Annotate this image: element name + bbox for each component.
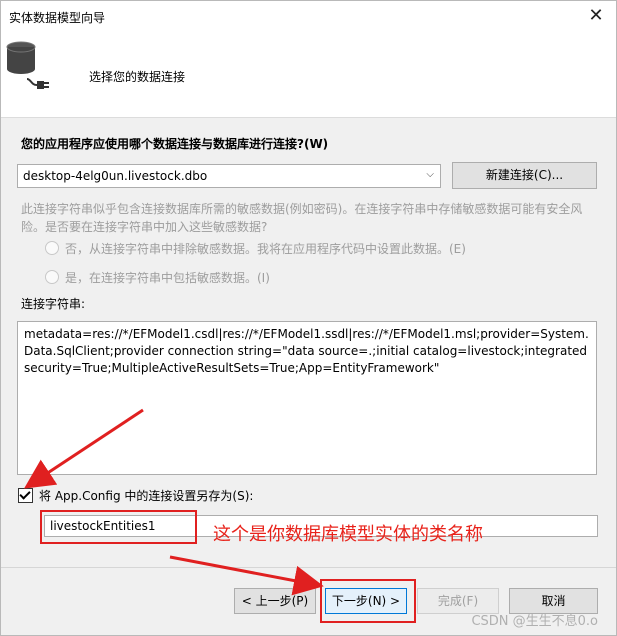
arrow-to-next-button bbox=[169, 555, 324, 596]
arrow-to-checkbox bbox=[23, 408, 144, 489]
annotation-arrows bbox=[23, 408, 324, 596]
